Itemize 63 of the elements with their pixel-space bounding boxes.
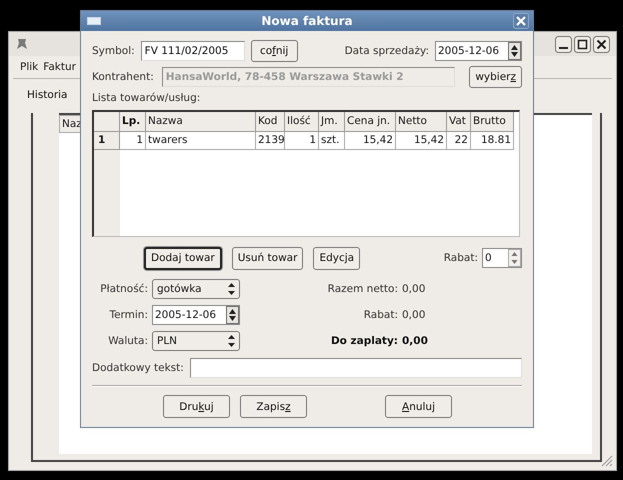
field-label: Waluta:: [107, 335, 148, 347]
total-value: 0,00: [402, 283, 426, 295]
action-button[interactable]: Edycja: [313, 246, 360, 270]
table-cell: twarers: [146, 132, 256, 150]
column-header[interactable]: Cena jn.: [345, 112, 396, 132]
date-spinner[interactable]: 2005-12-06: [435, 41, 522, 61]
field-label: Rabat:: [444, 252, 478, 264]
total-value: 0,00: [402, 309, 426, 321]
dialog-button[interactable]: Zapisz: [240, 395, 307, 418]
action-button[interactable]: Dodaj towar: [144, 246, 222, 270]
window-title: Nowa faktura: [260, 14, 354, 28]
close-icon[interactable]: [593, 36, 610, 52]
dropdown[interactable]: gotówka: [152, 279, 240, 299]
table-cell: 1: [285, 132, 319, 150]
table-cell: 18.81: [471, 132, 514, 150]
field-label: Symbol:: [92, 45, 135, 57]
discount-spinner[interactable]: 0: [482, 248, 522, 268]
column-header[interactable]: Brutto: [471, 112, 514, 132]
field-label: Kontrahent:: [92, 71, 154, 83]
maximize-icon[interactable]: [574, 36, 591, 52]
spinner-arrows-icon[interactable]: [226, 306, 239, 324]
choose-button[interactable]: wybierz: [469, 66, 522, 88]
total-value: 0,00: [402, 335, 429, 347]
dropdown-arrows-icon: [227, 281, 236, 297]
table-cell: 15,42: [396, 132, 447, 150]
column-header[interactable]: Vat: [447, 112, 471, 132]
field-label: Termin:: [108, 309, 148, 321]
column-header[interactable]: Kod: [256, 112, 285, 132]
column-header[interactable]: Lp.: [120, 112, 146, 132]
table-cell: 2139: [256, 132, 285, 150]
dialog-button[interactable]: Drukuj: [163, 395, 230, 418]
column-header[interactable]: Nazwa: [146, 112, 256, 132]
column-header[interactable]: Ilość: [285, 112, 319, 132]
table-corner: [94, 112, 120, 132]
section-label: Lista towarów/usług:: [92, 92, 202, 106]
date-spinner[interactable]: 2005-12-06: [152, 305, 240, 325]
resize-grip-icon[interactable]: [601, 455, 613, 467]
table-cell: 1: [120, 132, 146, 150]
total-label: Razem netto:: [328, 283, 398, 295]
menu-item[interactable]: Plik: [19, 59, 40, 75]
extra-text-field[interactable]: [190, 358, 522, 378]
action-button[interactable]: Usuń towar: [232, 246, 304, 270]
tab[interactable]: Historia: [27, 89, 68, 109]
minimize-icon[interactable]: [555, 36, 572, 52]
table-cell: 22: [447, 132, 471, 150]
total-label: Rabat:: [364, 309, 398, 321]
undo-button[interactable]: cofnij: [250, 40, 298, 62]
table-cell: szt.: [319, 132, 345, 150]
dropdown[interactable]: PLN: [152, 331, 240, 351]
dialog-button[interactable]: Anuluj: [385, 395, 452, 418]
dropdown-arrows-icon: [227, 333, 236, 349]
field-label: Dodatkowy tekst:: [92, 362, 184, 374]
app-icon: [15, 37, 29, 51]
total-label: Do zaplaty:: [330, 335, 398, 347]
field-label: Płatność:: [99, 283, 148, 295]
column-header[interactable]: Netto: [396, 112, 447, 132]
field-label: Data sprzedaży:: [344, 45, 429, 57]
table-cell: 15,42: [345, 132, 396, 150]
spinner-arrows-icon[interactable]: [508, 42, 521, 60]
row-header: 1: [94, 132, 120, 150]
menu-item[interactable]: Faktur: [42, 59, 77, 75]
symbol-field[interactable]: FV 111/02/2005: [140, 41, 245, 61]
column-header[interactable]: Jm.: [319, 112, 345, 132]
